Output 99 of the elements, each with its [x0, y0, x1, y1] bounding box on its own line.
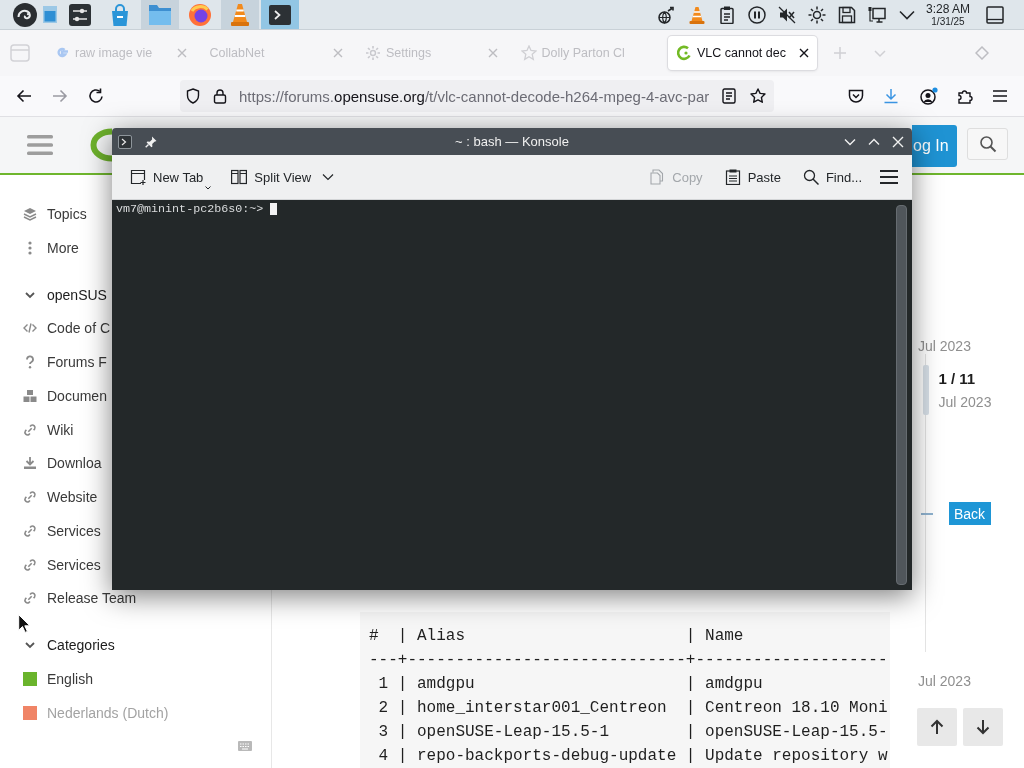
clock-time: 3:28 AM	[926, 2, 970, 16]
download-icon	[23, 456, 37, 471]
code-icon	[23, 321, 37, 336]
sidebar-link[interactable]: Website	[23, 489, 98, 505]
search-button[interactable]	[967, 128, 1008, 160]
monitor-plug-icon[interactable]	[868, 5, 886, 24]
arrow-down-icon	[976, 719, 990, 735]
copy-icon	[649, 169, 666, 185]
link-icon	[23, 591, 37, 606]
reload-icon[interactable]	[88, 88, 104, 104]
sidebar-link[interactable]: Services	[23, 522, 101, 539]
block-cursor-icon	[270, 203, 278, 215]
window-title: ~ : bash — Konsole	[455, 134, 569, 149]
sidebar-link[interactable]: Documen	[23, 387, 107, 404]
code-line: ---+-----------------------------+--------------------	[369, 650, 888, 671]
address-field[interactable]: https://forums.opensuse.org/t/vlc-cannot-decode-h264-mpeg-4-avc-par	[180, 80, 774, 112]
pin-icon[interactable]	[145, 135, 157, 148]
search-icon	[802, 169, 819, 185]
show-desktop-icon[interactable]	[986, 5, 1004, 24]
paste-icon	[724, 169, 741, 185]
browser-icon	[189, 3, 211, 26]
menu-icon[interactable]	[992, 88, 1008, 104]
scroll-down-button[interactable]	[963, 708, 1003, 746]
code-line: 1 | amdgpu | amdgpu	[377, 674, 763, 695]
traffic-cone-icon[interactable]	[688, 5, 706, 24]
layers-icon	[23, 207, 37, 221]
favicon-icon	[520, 45, 537, 61]
sidebar-link[interactable]: More	[23, 239, 79, 256]
menu-icon[interactable]	[880, 169, 898, 185]
favicon-icon	[676, 45, 692, 61]
clock-date: 1/31/25	[931, 15, 965, 27]
new-tab-icon	[130, 169, 146, 185]
sidebar-link[interactable]: Forums F	[23, 354, 107, 370]
toolbar-button[interactable]: Split View	[225, 161, 341, 193]
scroll-up-button[interactable]	[917, 708, 957, 746]
section-header[interactable]: openSUS	[23, 286, 107, 303]
pause-icon[interactable]	[748, 5, 766, 24]
toolbar-button[interactable]: Find...	[796, 161, 868, 193]
terminal-prompt: vm7@minint-pc2b6s0:~>	[116, 203, 264, 216]
terminal-icon	[269, 4, 291, 25]
toolbar-button[interactable]: New Tab	[124, 161, 218, 193]
code-line: 2 | home_interstar001_Centreon | Centreon 18.10 Moni	[377, 698, 888, 719]
logo-icon[interactable]	[90, 128, 112, 162]
chevron-down-icon	[322, 173, 335, 181]
link-icon	[23, 490, 37, 504]
search-icon	[978, 135, 997, 153]
sliders-icon	[68, 3, 92, 26]
scrollbar[interactable]	[896, 205, 907, 585]
code-line: # | Alias | Name	[369, 626, 744, 647]
timeline-date: Jul 2023	[918, 338, 971, 354]
task-button[interactable]	[261, 0, 299, 29]
timeline-date: Jul 2023	[918, 673, 971, 689]
brightness-icon[interactable]	[808, 5, 826, 24]
clipboard-icon[interactable]	[718, 5, 736, 24]
account-icon[interactable]	[920, 87, 938, 105]
launcher-logo-icon[interactable]	[13, 2, 37, 27]
sidebar-link[interactable]: Downloa	[23, 455, 102, 472]
lock-icon[interactable]	[213, 88, 227, 104]
shield-icon[interactable]	[186, 88, 200, 104]
link-icon	[23, 557, 37, 572]
terminal-icon[interactable]	[118, 134, 132, 149]
sidebar-link[interactable]: Services	[23, 556, 101, 573]
bookmark-star-icon[interactable]	[750, 88, 766, 104]
forward-arrow-icon[interactable]	[52, 88, 68, 104]
reader-view-icon[interactable]	[722, 88, 736, 104]
timeline-date: Jul 2023	[938, 394, 992, 410]
sidebar-link[interactable]: Release Team	[23, 590, 137, 607]
sidebar-link[interactable]: English	[23, 670, 93, 687]
globe-arrow-icon[interactable]	[658, 5, 676, 24]
post-position: 1 / 11	[938, 370, 977, 388]
caret-icon	[205, 186, 212, 190]
url-text: https://forums.opensuse.org/t/vlc-cannot-decode-h264-mpeg-4-avc-par	[239, 87, 710, 105]
toolbar-button[interactable]: Paste	[718, 161, 787, 193]
download-icon[interactable]	[883, 88, 899, 104]
cubes-icon	[23, 388, 37, 403]
arrow-up-icon	[930, 719, 944, 735]
split-view-icon	[231, 169, 248, 185]
link-icon	[23, 523, 37, 538]
timeline-handle[interactable]	[922, 365, 929, 415]
extensions-icon[interactable]	[957, 88, 973, 104]
folder-icon	[148, 4, 172, 25]
sidebar-link[interactable]: Wiki	[23, 421, 74, 438]
code-line: 4 | repo-backports-debug-update | Update repository w	[377, 746, 888, 767]
shopping-bag-icon	[109, 3, 131, 26]
muted-speaker-icon[interactable]	[778, 5, 796, 24]
pocket-icon[interactable]	[848, 88, 864, 104]
link-icon	[23, 422, 37, 437]
close-icon[interactable]	[798, 47, 810, 59]
sidebar-link[interactable]: Code of C	[23, 320, 111, 337]
browser-tab[interactable]: VLC cannot dec	[668, 36, 817, 70]
traffic-cone-icon	[230, 3, 250, 26]
code-line: 3 | openSUSE-Leap-15.5-1 | openSUSE-Leap-15.5-	[377, 722, 888, 743]
question-mark-icon	[23, 355, 37, 369]
section-header[interactable]: Categories	[23, 637, 115, 653]
timeline-marker-icon	[920, 512, 933, 515]
sidebar-link[interactable]: Topics	[23, 206, 87, 222]
mouse-pointer-icon	[18, 614, 30, 633]
gear-icon	[365, 45, 381, 61]
back-arrow-icon[interactable]	[16, 88, 32, 104]
